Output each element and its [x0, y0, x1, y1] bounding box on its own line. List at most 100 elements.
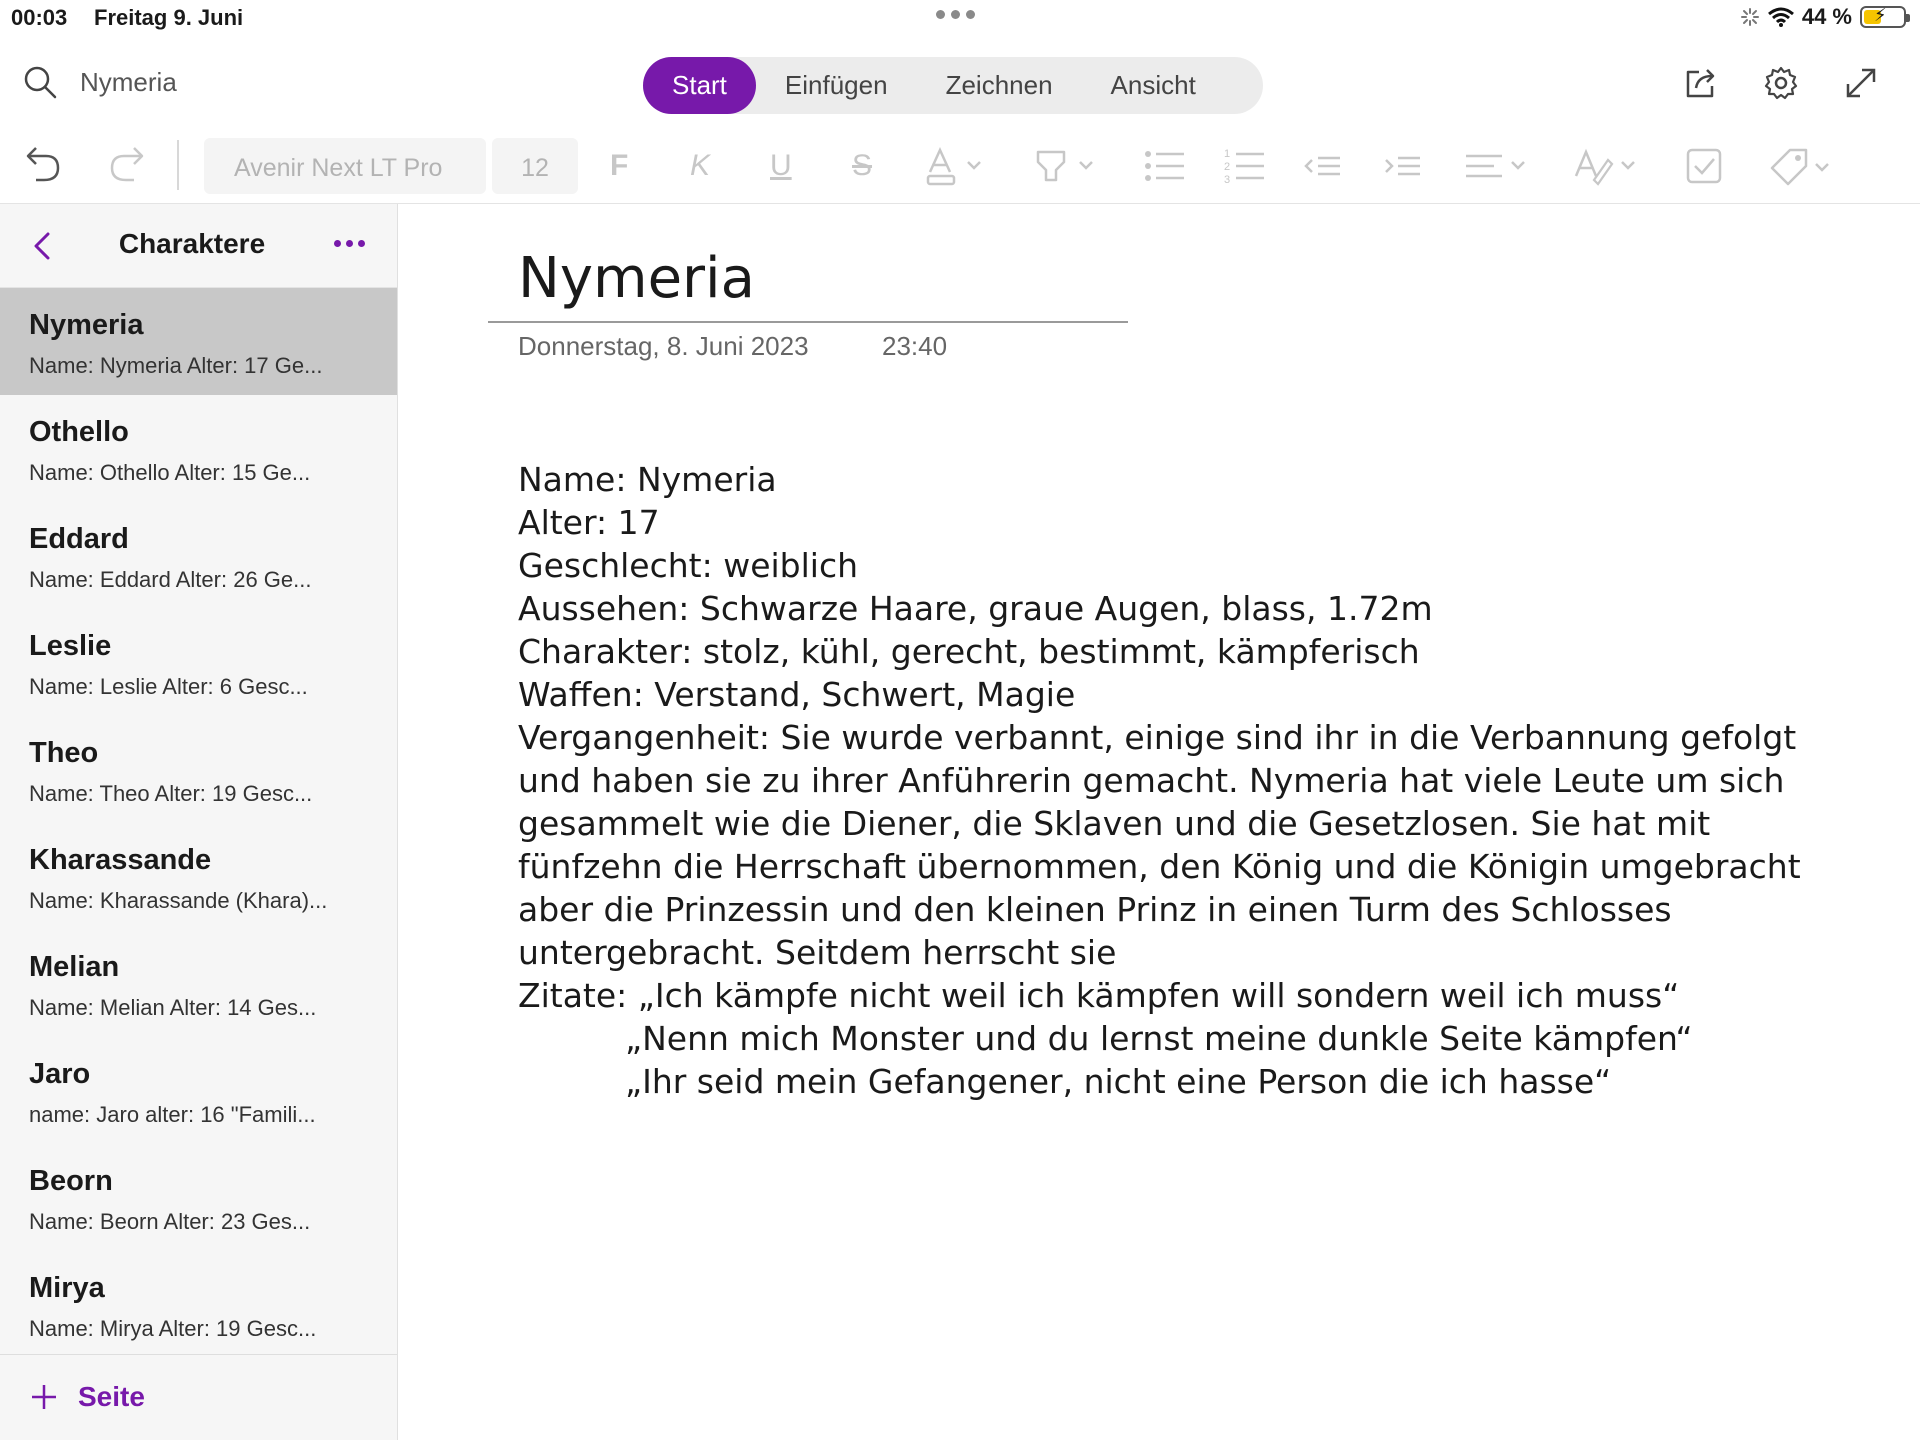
page-item-jaro[interactable]: Jaro name: Jaro alter: 16 "Famili...	[0, 1037, 397, 1144]
share-icon[interactable]	[1682, 64, 1720, 102]
note-quote: „Nenn mich Monster und du lernst meine d…	[625, 1019, 1693, 1058]
tab-einfuegen[interactable]: Einfügen	[756, 57, 917, 114]
styles-icon[interactable]	[1574, 142, 1684, 190]
page-snippet: Name: Kharassande (Khara)...	[29, 887, 328, 913]
page-snippet: Name: Theo Alter: 19 Gesc...	[29, 780, 313, 806]
italic-icon[interactable]: K	[690, 142, 770, 190]
note-canvas[interactable]: Nymeria Donnerstag, 8. Juni 2023 23:40 N…	[398, 204, 1920, 1440]
svg-text:3: 3	[1224, 174, 1230, 186]
page-title: Beorn	[29, 1165, 113, 1197]
page-item-beorn[interactable]: Beorn Name: Beorn Alter: 23 Ges...	[0, 1144, 397, 1251]
bullet-list-icon[interactable]	[1144, 142, 1224, 190]
search-icon[interactable]	[22, 64, 58, 100]
page-title: Kharassande	[29, 844, 212, 876]
page-item-theo[interactable]: Theo Name: Theo Alter: 19 Gesc...	[0, 716, 397, 823]
page-snippet: Name: Othello Alter: 15 Ge...	[29, 459, 311, 485]
paragraph-alignment-icon[interactable]	[1464, 142, 1574, 190]
section-title: Charaktere	[118, 228, 266, 259]
note-line: untergebracht. Seitdem herrscht sie	[518, 933, 1117, 972]
font-family-selector[interactable]: Avenir Next LT Pro	[204, 138, 486, 194]
note-line: gesammelt wie die Diener, die Sklaven un…	[518, 804, 1711, 843]
page-item-eddard[interactable]: Eddard Name: Eddard Alter: 26 Ge...	[0, 502, 397, 609]
plus-icon	[32, 1385, 56, 1409]
note-line: Geschlecht: weiblich	[518, 546, 859, 585]
note-line: Zitate: „Ich kämpfe nicht weil ich kämpf…	[518, 976, 1680, 1015]
page-title: Othello	[29, 416, 129, 448]
note-line: aber die Prinzessin und den kleinen Prin…	[518, 890, 1672, 929]
note-line: Alter: 17	[518, 503, 660, 542]
tag-icon[interactable]	[1768, 142, 1858, 190]
todo-checkbox-icon[interactable]	[1684, 142, 1768, 190]
note-date: Donnerstag, 8. Juni 2023	[518, 331, 809, 361]
page-title: Melian	[29, 951, 120, 983]
expand-icon[interactable]	[1842, 64, 1880, 102]
numbered-list-icon[interactable]: 123	[1224, 142, 1304, 190]
page-title: Eddard	[29, 523, 129, 555]
redo-icon[interactable]	[106, 142, 146, 186]
note-line: Vergangenheit: Sie wurde verbannt, einig…	[518, 718, 1797, 757]
more-options-icon[interactable]	[334, 240, 365, 247]
ribbon-divider	[177, 140, 179, 190]
strikethrough-icon[interactable]: S	[852, 142, 924, 190]
font-color-icon[interactable]	[924, 142, 1034, 190]
page-item-melian[interactable]: Melian Name: Melian Alter: 14 Ges...	[0, 930, 397, 1037]
add-page-label: Seite	[78, 1381, 145, 1412]
underline-icon[interactable]: U	[770, 142, 852, 190]
page-title: Leslie	[29, 630, 112, 662]
font-size-selector[interactable]: 12	[492, 138, 578, 194]
note-title[interactable]: Nymeria	[518, 246, 755, 311]
add-page-button[interactable]: Seite	[30, 1381, 145, 1413]
tab-zeichnen[interactable]: Zeichnen	[917, 57, 1082, 114]
battery-percentage: 44 %	[1801, 4, 1852, 29]
status-bar: 00:03 Freitag 9. Juni 44 % ⚡	[0, 0, 1920, 36]
status-time: 00:03	[11, 5, 68, 30]
note-line: und haben sie zu ihrer Anführerin gemach…	[518, 761, 1785, 800]
page-title: Jaro	[29, 1058, 91, 1090]
multitasking-dots-icon[interactable]	[936, 10, 984, 24]
pages-sidebar: Charaktere Nymeria Name: Nymeria Alter: …	[0, 204, 398, 1440]
formatting-tools: F K U S 123	[610, 142, 1858, 190]
bold-icon[interactable]: F	[610, 142, 690, 190]
activity-spinner-icon	[1740, 8, 1759, 26]
section-header: Charaktere	[0, 204, 397, 288]
page-snippet: Name: Nymeria Alter: 17 Ge...	[29, 352, 323, 378]
page-snippet: Name: Leslie Alter: 6 Gesc...	[29, 673, 308, 699]
note-line: fünfzehn die Herrschaft übernommen, den …	[518, 847, 1801, 886]
top-bar: Nymeria Start Einfügen Zeichnen Ansicht	[0, 40, 1920, 130]
page-title: Mirya	[29, 1272, 105, 1304]
increase-indent-icon[interactable]	[1384, 142, 1464, 190]
svg-text:1: 1	[1224, 148, 1230, 160]
svg-text:2: 2	[1224, 161, 1230, 173]
page-item-nymeria[interactable]: Nymeria Name: Nymeria Alter: 17 Ge...	[0, 288, 397, 395]
page-item-othello[interactable]: Othello Name: Othello Alter: 15 Ge...	[0, 395, 397, 502]
note-line: Waffen: Verstand, Schwert, Magie	[518, 675, 1076, 714]
search-input[interactable]: Nymeria	[80, 67, 177, 98]
title-underline	[488, 321, 1128, 323]
tab-start[interactable]: Start	[643, 57, 756, 114]
page-title: Theo	[29, 737, 99, 769]
page-snippet: Name: Melian Alter: 14 Ges...	[29, 994, 317, 1020]
page-item-kharassande[interactable]: Kharassande Name: Kharassande (Khara)...	[0, 823, 397, 930]
wifi-icon	[1767, 7, 1794, 27]
page-item-leslie[interactable]: Leslie Name: Leslie Alter: 6 Gesc...	[0, 609, 397, 716]
tab-ansicht[interactable]: Ansicht	[1082, 57, 1225, 114]
highlighter-icon[interactable]	[1034, 142, 1144, 190]
page-item-mirya[interactable]: Mirya Name: Mirya Alter: 19 Gesc...	[0, 1251, 397, 1358]
search-area[interactable]: Nymeria	[22, 64, 177, 100]
note-body[interactable]: Name: Nymeria Alter: 17 Geschlecht: weib…	[518, 458, 1848, 1103]
decrease-indent-icon[interactable]	[1304, 142, 1384, 190]
note-line: Name: Nymeria	[518, 460, 777, 499]
page-snippet: Name: Eddard Alter: 26 Ge...	[29, 566, 312, 592]
ribbon-toolbar: Avenir Next LT Pro 12 F K U S 123	[0, 130, 1920, 204]
settings-gear-icon[interactable]	[1762, 64, 1800, 102]
note-line: Aussehen: Schwarze Haare, graue Augen, b…	[518, 589, 1433, 628]
sidebar-footer: Seite	[0, 1354, 397, 1440]
undo-icon[interactable]	[24, 142, 64, 186]
ribbon-tabs: Start Einfügen Zeichnen Ansicht	[643, 57, 1263, 114]
page-snippet: name: Jaro alter: 16 "Famili...	[29, 1101, 316, 1127]
note-line: Charakter: stolz, kühl, gerecht, bestimm…	[518, 632, 1420, 671]
status-indicators: 44 % ⚡	[1740, 4, 1910, 30]
page-title: Nymeria	[29, 309, 144, 341]
status-date: Freitag 9. Juni	[94, 5, 244, 30]
page-snippet: Name: Beorn Alter: 23 Ges...	[29, 1208, 311, 1234]
